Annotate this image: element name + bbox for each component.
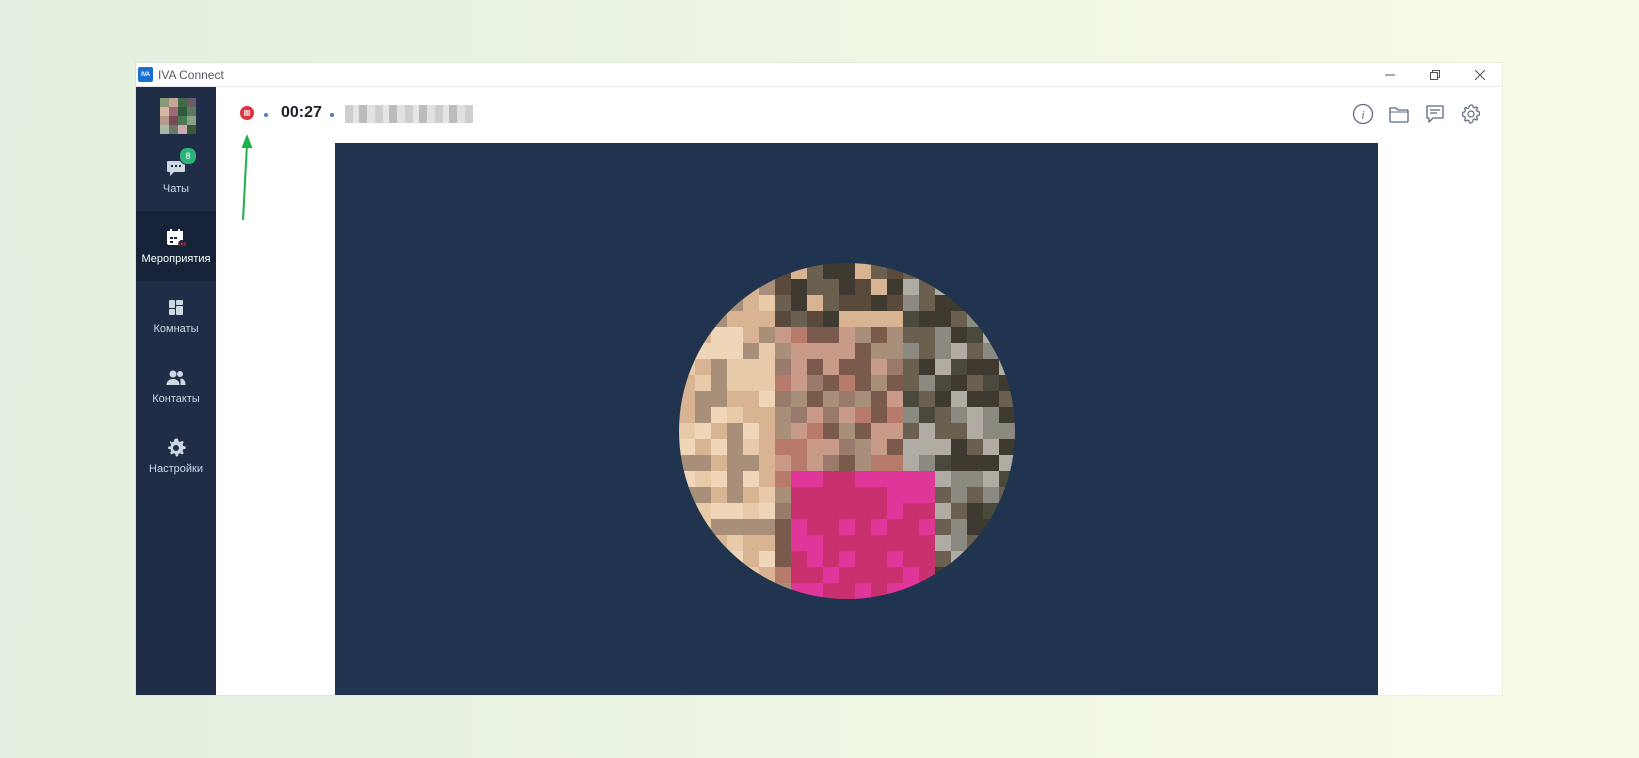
user-avatar[interactable] [160,98,196,134]
separator-dot [330,113,334,117]
files-button[interactable] [1388,103,1410,125]
contacts-icon [165,367,187,389]
restore-button[interactable] [1412,63,1457,86]
sidebar-item-settings[interactable]: Настройки [136,421,216,491]
toolbar-icons: i [1352,103,1482,125]
sidebar-item-label: Мероприятия [141,253,211,265]
participant-avatar [679,263,1015,599]
minimize-icon [1384,74,1395,75]
chat-panel-icon [1426,105,1444,123]
app-logo-icon: IVA [138,67,153,82]
chat-panel-button[interactable] [1424,103,1446,125]
minimize-button[interactable] [1367,63,1412,86]
settings-button[interactable] [1460,103,1482,125]
settings-gear-icon [165,437,187,459]
rooms-icon [165,297,187,319]
app-window: IVA IVA Connect 8 Чаты Мероприятия Комна… [136,63,1502,695]
settings-icon [1461,104,1481,124]
sidebar-item-chats[interactable]: 8 Чаты [136,141,216,211]
sidebar-item-label: Чаты [162,183,190,195]
chat-icon: 8 [165,147,197,179]
recording-icon [240,106,254,120]
svg-text:i: i [1361,108,1364,122]
event-name-redacted [345,105,473,123]
window-controls [1367,63,1502,86]
sidebar-item-events[interactable]: Мероприятия [136,211,216,281]
sidebar-item-rooms[interactable]: Комнаты [136,281,216,351]
restore-icon [1429,69,1440,80]
unread-badge: 8 [179,147,197,165]
folder-icon [1389,107,1409,123]
title-bar[interactable]: IVA IVA Connect [136,63,1502,87]
sidebar-item-contacts[interactable]: Контакты [136,351,216,421]
video-stage[interactable] [335,143,1378,695]
screenshot-frame: IVA IVA Connect 8 Чаты Мероприятия Комна… [0,0,1639,758]
window-title: IVA Connect [158,67,224,82]
sidebar-item-label: Контакты [152,393,200,405]
sidebar: 8 Чаты Мероприятия Комнаты Контакты Наст… [136,87,216,695]
info-icon: i [1352,103,1374,125]
recording-indicator-button[interactable] [240,106,254,120]
call-timer: 00:27 [281,104,322,121]
sidebar-item-label: Настройки [149,463,203,475]
call-top-bar: 00:27 i [216,87,1502,143]
close-button[interactable] [1457,63,1502,86]
info-button[interactable]: i [1352,103,1374,125]
close-icon [1474,69,1485,80]
separator-dot [264,113,268,117]
events-calendar-icon [165,227,187,249]
sidebar-item-label: Комнаты [153,323,199,335]
